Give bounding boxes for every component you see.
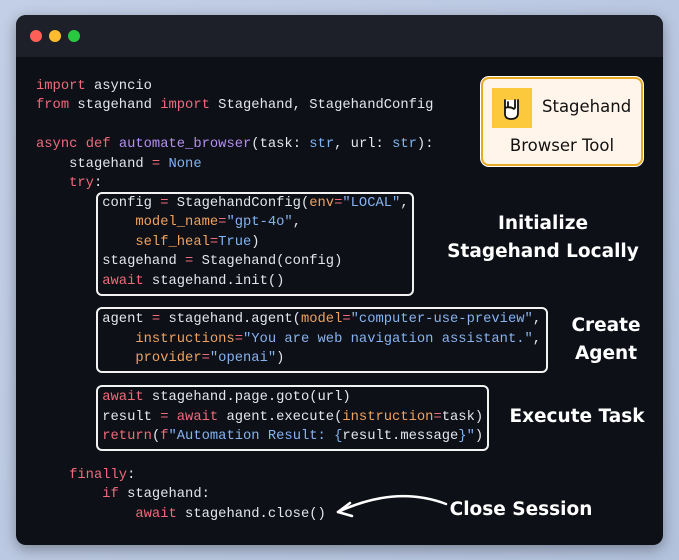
stagehand-card: Stagehand Browser Tool <box>481 77 643 166</box>
rock-hand-icon <box>492 88 532 128</box>
card-subtitle: Browser Tool <box>509 136 615 155</box>
code-window: import asyncio from stagehand import Stag… <box>16 15 663 545</box>
card-title: Stagehand <box>542 97 632 116</box>
